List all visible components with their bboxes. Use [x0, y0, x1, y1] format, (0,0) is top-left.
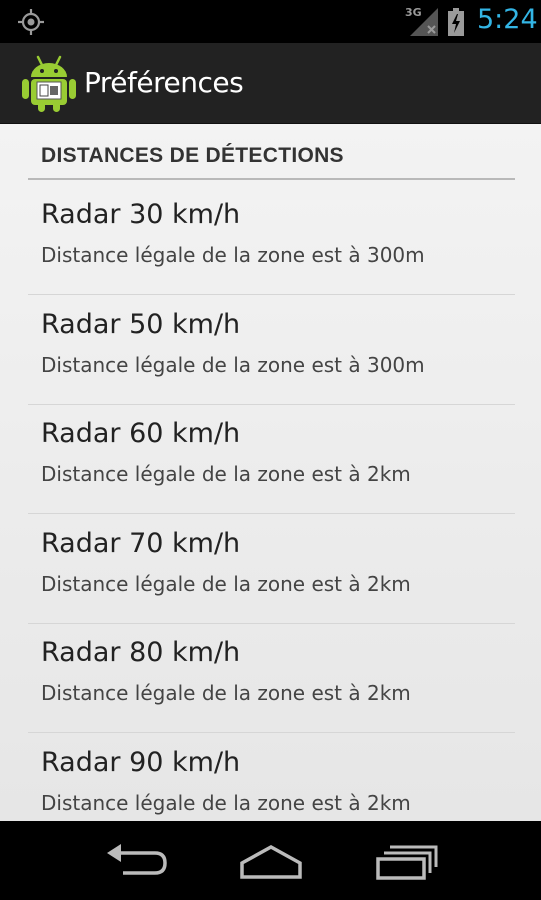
- battery-charging-icon: [448, 8, 464, 36]
- preferences-list: DISTANCES DE DÉTECTIONS Radar 30 km/h Di…: [0, 124, 541, 821]
- network-type-label: 3G: [405, 6, 422, 19]
- status-clock: 5:24: [477, 4, 538, 35]
- preference-summary: Distance légale de la zone est à 300m: [41, 353, 425, 377]
- recent-apps-icon[interactable]: [370, 841, 440, 881]
- page-title: Préférences: [84, 66, 244, 99]
- preference-summary: Distance légale de la zone est à 2km: [41, 572, 411, 596]
- preference-title: Radar 30 km/h: [41, 199, 241, 230]
- preference-summary: Distance légale de la zone est à 300m: [41, 243, 425, 267]
- preference-item-radar-70[interactable]: Radar 70 km/h Distance légale de la zone…: [28, 515, 515, 624]
- preference-summary: Distance légale de la zone est à 2km: [41, 462, 411, 486]
- preference-summary: Distance légale de la zone est à 2km: [41, 791, 411, 815]
- preference-category-header: DISTANCES DE DÉTECTIONS: [28, 136, 515, 180]
- preference-title: Radar 90 km/h: [41, 747, 241, 778]
- gps-icon: [18, 9, 44, 35]
- home-icon[interactable]: [236, 841, 306, 881]
- preference-title: Radar 50 km/h: [41, 309, 241, 340]
- android-app-icon[interactable]: [20, 53, 78, 113]
- preference-title: Radar 70 km/h: [41, 528, 241, 559]
- preference-title: Radar 60 km/h: [41, 418, 241, 449]
- preference-title: Radar 80 km/h: [41, 637, 241, 668]
- preference-item-radar-50[interactable]: Radar 50 km/h Distance légale de la zone…: [28, 296, 515, 405]
- status-bar: 3G 5:24: [0, 0, 541, 43]
- preference-summary: Distance légale de la zone est à 2km: [41, 681, 411, 705]
- preference-item-radar-90[interactable]: Radar 90 km/h Distance légale de la zone…: [28, 734, 515, 821]
- action-bar: Préférences: [0, 43, 541, 124]
- back-icon[interactable]: [103, 841, 173, 881]
- category-label: DISTANCES DE DÉTECTIONS: [41, 144, 344, 167]
- preference-item-radar-30[interactable]: Radar 30 km/h Distance légale de la zone…: [28, 186, 515, 295]
- preference-item-radar-80[interactable]: Radar 80 km/h Distance légale de la zone…: [28, 624, 515, 733]
- preference-item-radar-60[interactable]: Radar 60 km/h Distance légale de la zone…: [28, 405, 515, 514]
- navigation-bar: [0, 821, 541, 900]
